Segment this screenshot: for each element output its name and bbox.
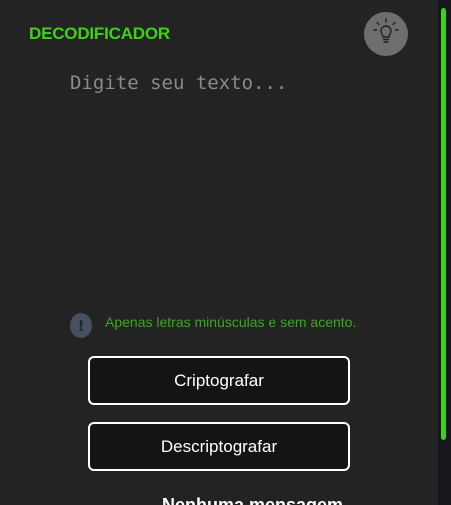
scrollbar-thumb[interactable] [441, 8, 446, 440]
no-message-text: Nenhuma mensagem [162, 495, 344, 505]
decrypt-button[interactable]: Descriptografar [88, 422, 350, 471]
info-text: Apenas letras minúsculas e sem acento. [105, 314, 357, 330]
info-hint: ! Apenas letras minúsculas e sem acento. [70, 313, 356, 338]
theme-toggle-button[interactable] [364, 12, 408, 56]
message-input[interactable] [70, 68, 400, 292]
encrypt-button[interactable]: Criptografar [88, 356, 350, 405]
lightbulb-icon [373, 17, 399, 51]
app-logo: DECODIFICADOR [29, 24, 170, 43]
page: DECODIFICADOR ! Apenas letras minúsculas… [0, 0, 451, 505]
exclamation-icon: ! [70, 313, 92, 338]
